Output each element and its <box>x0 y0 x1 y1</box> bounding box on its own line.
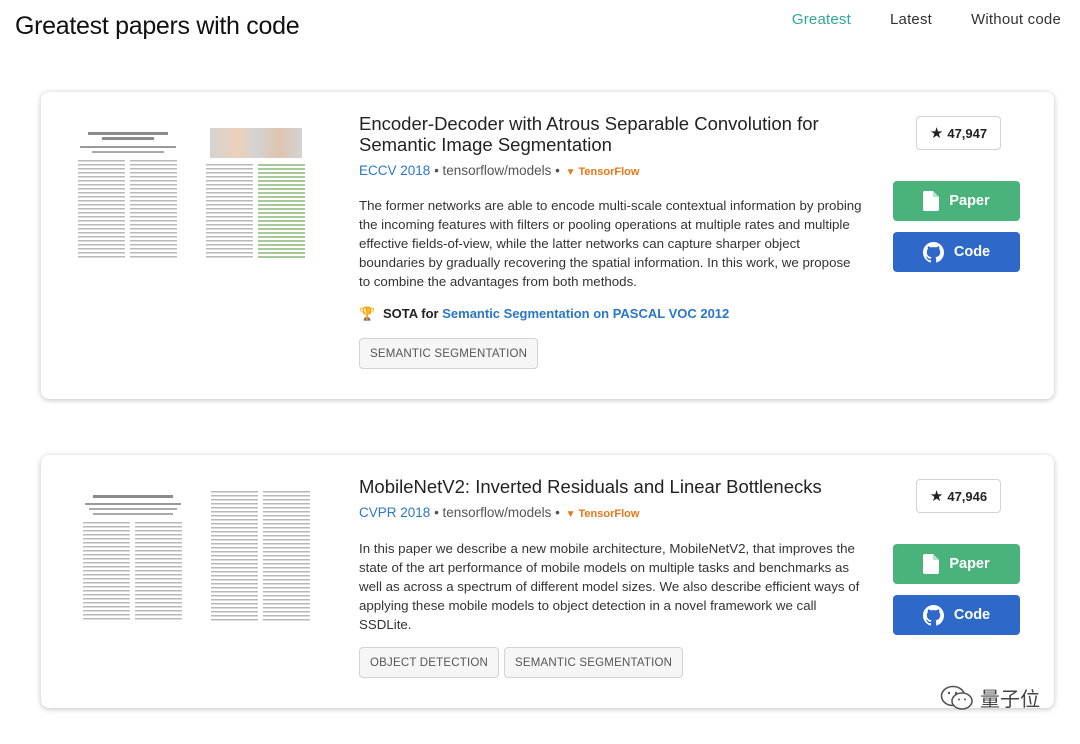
paper-card: Encoder-Decoder with Atrous Separable Co… <box>41 92 1054 399</box>
watermark-text: 量子位 <box>980 687 1040 711</box>
tensorflow-icon: ▼ <box>565 509 576 520</box>
repo-name[interactable]: tensorflow/models <box>443 505 552 520</box>
paper-meta: CVPR 2018 • tensorflow/models • ▼ TensorF… <box>359 505 639 520</box>
paper-thumbnail[interactable] <box>74 489 315 629</box>
thumbnail-page <box>207 489 315 627</box>
thumbnail-page <box>202 126 310 264</box>
repo-name[interactable]: tensorflow/models <box>443 163 552 178</box>
paper-title[interactable]: Encoder-Decoder with Atrous Separable Co… <box>359 113 849 155</box>
star-count-value: 47,947 <box>947 125 988 141</box>
task-tag[interactable]: OBJECT DETECTION <box>359 647 499 678</box>
paper-meta: ECCV 2018 • tensorflow/models • ▼ TensorF… <box>359 163 639 178</box>
code-button[interactable]: Code <box>893 232 1020 272</box>
sota-prefix: SOTA for <box>383 306 439 321</box>
nav-latest[interactable]: Latest <box>890 11 932 28</box>
paper-button[interactable]: Paper <box>893 544 1020 584</box>
task-tags: OBJECT DETECTION SEMANTIC SEGMENTATION <box>359 647 684 678</box>
thumbnail-page <box>79 489 187 627</box>
conference-link[interactable]: CVPR 2018 <box>359 505 430 520</box>
github-icon <box>922 241 944 262</box>
paper-abstract: In this paper we describe a new mobile a… <box>359 541 860 632</box>
wechat-icon <box>940 685 973 710</box>
sota-task-link[interactable]: Semantic Segmentation on PASCAL VOC 2012 <box>442 306 729 321</box>
paper-abstract: The former networks are able to encode m… <box>359 198 862 289</box>
star-count[interactable]: ★ 47,946 <box>916 479 1001 513</box>
github-icon <box>922 604 944 625</box>
task-tag[interactable]: SEMANTIC SEGMENTATION <box>359 338 539 369</box>
meta-separator: • <box>434 505 443 520</box>
meta-separator: • <box>555 505 564 520</box>
framework-label: TensorFlow <box>578 508 640 520</box>
sota-badge: 🏆 SOTA for Semantic Segmentation on PASCA… <box>359 306 729 322</box>
document-icon <box>923 554 940 574</box>
conference-link[interactable]: ECCV 2018 <box>359 163 430 178</box>
meta-separator: • <box>434 163 443 178</box>
document-icon <box>923 191 940 211</box>
paper-thumbnail[interactable] <box>74 126 314 266</box>
paper-button-label: Paper <box>949 556 990 572</box>
star-icon: ★ <box>929 488 944 505</box>
code-button-label: Code <box>953 244 991 260</box>
framework-label: TensorFlow <box>578 166 640 178</box>
trophy-icon: 🏆 <box>359 306 376 321</box>
star-count[interactable]: ★ 47,947 <box>916 116 1001 150</box>
nav-without-code[interactable]: Without code <box>971 11 1061 28</box>
top-nav: Greatest Latest Without code <box>753 11 1061 28</box>
paper-button-label: Paper <box>949 193 990 209</box>
paper-title[interactable]: MobileNetV2: Inverted Residuals and Line… <box>359 476 849 497</box>
star-icon: ★ <box>929 125 944 142</box>
code-button-label: Code <box>953 607 991 623</box>
watermark: 量子位 <box>940 683 1040 712</box>
nav-greatest[interactable]: Greatest <box>792 11 851 28</box>
star-count-value: 47,946 <box>947 488 988 504</box>
meta-separator: • <box>555 163 564 178</box>
site-title: Greatest papers with code <box>15 12 300 40</box>
task-tags: SEMANTIC SEGMENTATION <box>359 338 539 369</box>
code-button[interactable]: Code <box>893 595 1020 635</box>
task-tag[interactable]: SEMANTIC SEGMENTATION <box>504 647 684 678</box>
paper-button[interactable]: Paper <box>893 181 1020 221</box>
paper-card: MobileNetV2: Inverted Residuals and Line… <box>41 455 1054 708</box>
thumbnail-page <box>74 126 182 264</box>
tensorflow-icon: ▼ <box>565 167 576 178</box>
